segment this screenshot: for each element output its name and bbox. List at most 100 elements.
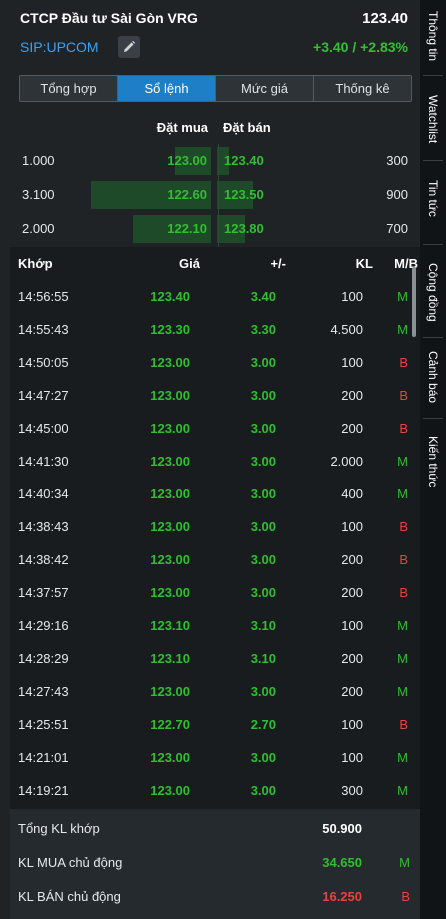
orderbook-header: Đặt mua Đặt bán: [0, 112, 420, 144]
company-name: CTCP Đầu tư Sài Gòn VRG: [20, 10, 198, 26]
tab-thong-ke[interactable]: Thống kê: [314, 76, 411, 101]
side-tab-watchlist[interactable]: Watchlist: [420, 82, 446, 156]
bid-qty: 2.000: [22, 221, 55, 236]
ask-qty: 700: [386, 221, 408, 236]
trade-row: 14:38:42 123.00 3.00 200 B: [10, 543, 410, 576]
trade-volume: 100: [341, 749, 363, 765]
trade-price: 123.00: [150, 354, 190, 370]
side-tab-cong-dong[interactable]: Cộng đồng: [420, 252, 446, 332]
ask-header: Đặt bán: [223, 120, 271, 135]
trade-row: 14:25:51 122.70 2.70 100 B: [10, 708, 410, 741]
tab-muc-gia[interactable]: Mức giá: [216, 76, 314, 101]
price-change: +3.40 / +2.83%: [313, 39, 408, 55]
trade-side: B: [399, 552, 408, 568]
side-tab-thong-tin[interactable]: Thông tin: [420, 0, 446, 72]
trade-price: 123.00: [150, 420, 190, 436]
orderbook-row: 1.000 123.00 123.40 300: [0, 144, 420, 178]
orderbook-row: 2.000 122.10 123.80 700: [0, 212, 420, 246]
side-tab-canh-bao[interactable]: Cảnh báo: [420, 342, 446, 412]
tab-tong-hop[interactable]: Tổng hợp: [20, 76, 118, 101]
bid-price: 122.10: [167, 221, 207, 236]
side-tab-kien-thuc[interactable]: Kiến thức: [420, 424, 446, 500]
active-buy-label: KL MUA chủ động: [18, 855, 123, 870]
trade-change: 3.00: [250, 683, 276, 699]
trade-side: M: [397, 289, 408, 304]
trade-volume: 100: [341, 618, 363, 633]
trade-row: 14:19:21 123.00 3.00 300 M: [10, 774, 410, 807]
trade-side: M: [397, 453, 408, 469]
summary-total-row: Tổng KL khớp 50.900: [10, 811, 420, 845]
trade-side: B: [399, 519, 408, 535]
trade-time: 14:37:57: [18, 585, 69, 601]
trade-row: 14:29:16 123.10 3.10 100 M: [10, 609, 410, 642]
trade-row: 14:45:00 123.00 3.00 200 B: [10, 412, 410, 445]
edit-button[interactable]: [118, 36, 140, 58]
trade-row: 14:28:29 123.10 3.10 200 M: [10, 642, 410, 675]
tab-so-lenh[interactable]: Sổ lệnh: [118, 76, 216, 101]
trade-side: B: [399, 354, 408, 370]
active-sell-label: KL BÁN chủ động: [18, 889, 121, 904]
col-volume: KL: [355, 256, 373, 271]
trade-row: 14:27:43 123.00 3.00 200 M: [10, 675, 410, 708]
orderbook-row: 3.100 122.60 123.50 900: [0, 178, 420, 212]
trade-log-header: Khớp Giá +/- KL M/B: [10, 247, 420, 281]
summary-buy-row: KL MUA chủ động 34.650 M: [10, 845, 420, 879]
trade-price: 123.00: [150, 749, 190, 765]
trade-side: M: [397, 618, 408, 633]
trade-change: 3.00: [250, 387, 276, 403]
trade-volume: 100: [341, 519, 363, 535]
trade-side: B: [399, 387, 408, 403]
trade-time: 14:29:16: [18, 618, 69, 633]
trade-row: 14:55:43 123.30 3.30 4.500 M: [10, 313, 410, 346]
trade-volume: 100: [341, 716, 363, 732]
side-tab-tin-tuc[interactable]: Tin tức: [420, 168, 446, 228]
trade-price: 123.00: [150, 519, 190, 535]
trade-price: 123.00: [150, 683, 190, 699]
trade-side: B: [399, 420, 408, 436]
trade-side: B: [399, 585, 408, 601]
stock-panel: CTCP Đầu tư Sài Gòn VRG 123.40 SIP:UPCOM…: [0, 0, 420, 919]
active-buy-value: 34.650: [322, 855, 362, 870]
view-tabs: Tổng hợp Sổ lệnh Mức giá Thống kê: [19, 75, 412, 102]
trade-log-scrollbar[interactable]: [412, 267, 416, 337]
active-sell-value: 16.250: [322, 889, 362, 904]
ticker-symbol[interactable]: SIP:UPCOM: [20, 39, 99, 55]
trade-change: 3.00: [250, 552, 276, 568]
trade-row: 14:21:01 123.00 3.00 100 M: [10, 741, 410, 774]
rail-divider: [423, 337, 443, 338]
ask-price: 123.80: [224, 221, 264, 236]
volume-summary: Tổng KL khớp 50.900 KL MUA chủ động 34.6…: [10, 809, 420, 919]
total-volume-value: 50.900: [322, 821, 362, 836]
trade-price: 123.00: [150, 387, 190, 403]
rail-divider: [423, 75, 443, 76]
trade-row: 14:56:55 123.40 3.40 100 M: [10, 280, 410, 313]
bid-price: 123.00: [167, 153, 207, 168]
pencil-icon: [124, 40, 136, 52]
trade-change: 3.00: [250, 519, 276, 535]
trade-change: 3.10: [250, 618, 276, 633]
col-price: Giá: [179, 256, 200, 271]
trade-row: 14:41:30 123.00 3.00 2.000 M: [10, 445, 410, 478]
trade-time: 14:40:34: [18, 486, 69, 502]
trade-price: 123.00: [150, 453, 190, 469]
trade-volume: 100: [341, 289, 363, 304]
ask-price: 123.50: [224, 187, 264, 202]
trade-time: 14:56:55: [18, 289, 69, 304]
rail-divider: [423, 160, 443, 161]
trade-change: 3.30: [250, 321, 276, 337]
bid-header: Đặt mua: [156, 120, 208, 135]
trade-log[interactable]: Khớp Giá +/- KL M/B 14:56:55 123.40 3.40 10…: [10, 247, 420, 809]
trade-time: 14:45:00: [18, 420, 69, 436]
trade-time: 14:21:01: [18, 749, 69, 765]
trade-volume: 200: [341, 683, 363, 699]
trade-price: 122.70: [150, 716, 190, 732]
trade-price: 123.00: [150, 782, 190, 798]
trade-side: M: [397, 321, 408, 337]
trade-time: 14:41:30: [18, 453, 69, 469]
side-rail: Thông tin Watchlist Tin tức Cộng đồng Cả…: [420, 0, 446, 919]
trade-time: 14:55:43: [18, 321, 69, 337]
trade-price: 123.10: [150, 618, 190, 633]
trade-change: 3.00: [250, 354, 276, 370]
trade-row: 14:37:57 123.00 3.00 200 B: [10, 576, 410, 609]
ask-price: 123.40: [224, 153, 264, 168]
